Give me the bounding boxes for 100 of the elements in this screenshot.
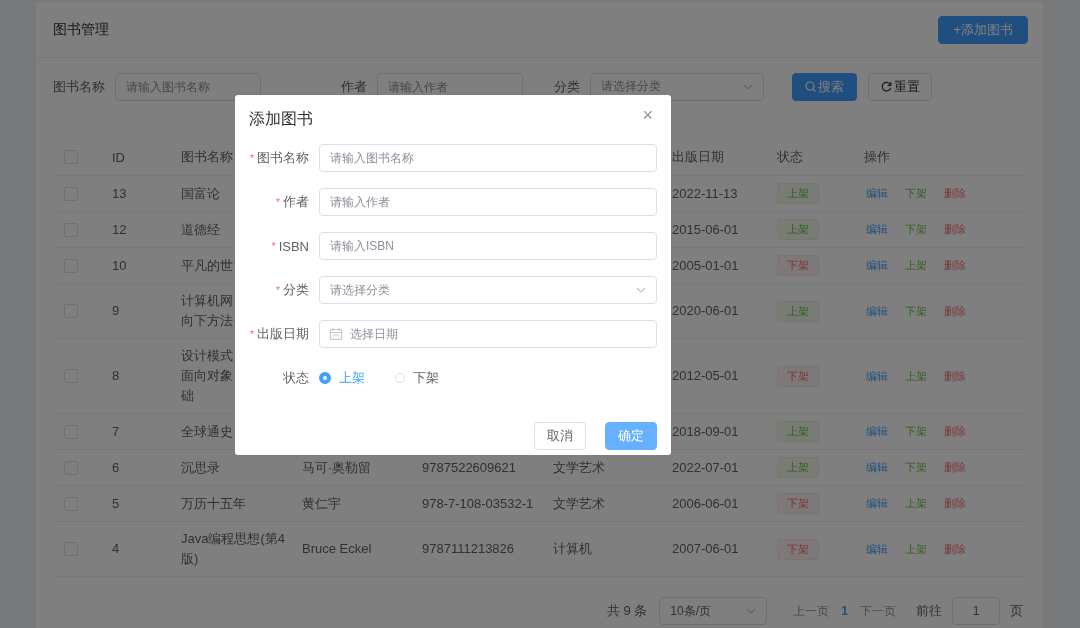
- table-cell-text: 10: [112, 256, 127, 275]
- table-cell-text: 马可·奥勒留: [302, 458, 372, 477]
- toggle-link[interactable]: 下架: [905, 303, 927, 319]
- chevron-down-icon: [636, 287, 646, 293]
- table-cell-text: 7: [112, 422, 120, 441]
- toggle-link[interactable]: 下架: [905, 460, 927, 475]
- delete-link[interactable]: 删除: [944, 303, 966, 319]
- status-tag: 上架: [777, 183, 819, 204]
- radio-option[interactable]: 上架: [319, 369, 365, 387]
- delete-link[interactable]: 删除: [944, 368, 966, 384]
- required-mark: *: [249, 328, 254, 340]
- table-cell-text: 2007-06-01: [672, 540, 739, 558]
- table-cell-text: 5: [112, 494, 120, 513]
- close-button[interactable]: ×: [638, 104, 657, 126]
- edit-link[interactable]: 编辑: [866, 222, 888, 237]
- field-label: 图书名称: [257, 149, 309, 167]
- delete-link[interactable]: 删除: [944, 496, 966, 511]
- edit-link[interactable]: 编辑: [866, 258, 888, 273]
- delete-link[interactable]: 删除: [944, 222, 966, 237]
- column-header: ID: [112, 149, 125, 165]
- column-header: 图书名称: [181, 148, 233, 166]
- text-field[interactable]: 请输入图书名称: [319, 144, 657, 172]
- filter-label: 作者: [341, 77, 367, 96]
- column-header: 操作: [864, 148, 890, 166]
- add-book-button[interactable]: +添加图书: [938, 15, 1028, 44]
- delete-link[interactable]: 删除: [944, 186, 966, 201]
- table-cell-text: 6: [112, 458, 120, 477]
- status-tag: 上架: [777, 421, 819, 442]
- field-label: 出版日期: [257, 325, 309, 343]
- table-cell-text: 平凡的世: [181, 256, 233, 275]
- table-cell-text: 2020-06-01: [672, 302, 739, 320]
- radio-option[interactable]: 下架: [395, 369, 439, 387]
- edit-link[interactable]: 编辑: [866, 186, 888, 201]
- page-size-select[interactable]: 10条/页: [659, 597, 768, 625]
- search-button[interactable]: 搜索: [792, 72, 857, 101]
- page-title: 图书管理: [53, 20, 109, 39]
- delete-link[interactable]: 删除: [944, 541, 966, 557]
- select-field[interactable]: 请选择分类: [319, 276, 657, 304]
- status-tag: 上架: [777, 219, 819, 240]
- toggle-link[interactable]: 上架: [905, 541, 927, 557]
- edit-link[interactable]: 编辑: [866, 424, 888, 439]
- total-count: 共 9 条: [606, 602, 648, 620]
- toggle-link[interactable]: 上架: [905, 496, 927, 511]
- page-number[interactable]: 1: [835, 604, 854, 618]
- text-field[interactable]: 请输入ISBN: [319, 232, 657, 260]
- toggle-link[interactable]: 下架: [905, 222, 927, 237]
- field-label: 作者: [283, 193, 309, 211]
- page-suffix: 页: [1010, 602, 1023, 620]
- status-tag: 下架: [777, 365, 819, 387]
- status-tag: 下架: [777, 493, 819, 514]
- confirm-button[interactable]: 确定: [605, 422, 657, 450]
- field-label: 分类: [283, 281, 309, 299]
- table-cell-text: 2005-01-01: [672, 256, 739, 275]
- goto-label: 前往: [916, 602, 942, 620]
- table-cell-text: 8: [112, 367, 120, 385]
- date-field[interactable]: 选择日期: [319, 320, 657, 348]
- calendar-icon: [330, 328, 342, 340]
- table-cell-text: 文学艺术: [553, 494, 605, 513]
- page-input[interactable]: 1: [952, 597, 1000, 625]
- table-cell-text: 13: [112, 184, 127, 203]
- text-field[interactable]: 请输入作者: [319, 188, 657, 216]
- status-tag: 上架: [777, 457, 819, 478]
- column-header: 状态: [777, 148, 803, 166]
- edit-link[interactable]: 编辑: [866, 496, 888, 511]
- filter-label: 分类: [554, 77, 580, 96]
- table-cell-text: Java编程思想(第4 版): [181, 530, 286, 568]
- field-label: ISBN: [278, 238, 309, 254]
- toggle-link[interactable]: 上架: [905, 258, 927, 273]
- table-cell-text: 2006-06-01: [672, 494, 739, 513]
- toggle-link[interactable]: 下架: [905, 186, 927, 201]
- edit-link[interactable]: 编辑: [866, 303, 888, 319]
- table-cell-text: 文学艺术: [553, 458, 605, 477]
- cancel-button[interactable]: 取消: [534, 422, 586, 450]
- chevron-down-icon: [743, 83, 753, 90]
- table-cell-text: 设计模式 面向对象 础: [181, 347, 233, 405]
- toggle-link[interactable]: 下架: [905, 424, 927, 439]
- table-cell-text: 计算机: [553, 540, 592, 558]
- table-cell-text: 2012-05-01: [672, 367, 739, 385]
- delete-link[interactable]: 删除: [944, 424, 966, 439]
- edit-link[interactable]: 编辑: [866, 541, 888, 557]
- status-tag: 下架: [777, 538, 819, 560]
- table-cell-text: 12: [112, 220, 127, 239]
- delete-link[interactable]: 删除: [944, 460, 966, 475]
- table-cell-text: 道德经: [181, 220, 220, 239]
- table-cell-text: 4: [112, 540, 120, 558]
- table-cell-text: 黄仁宇: [302, 494, 341, 513]
- table-cell-text: 9787522609621: [422, 458, 516, 477]
- refresh-icon: [880, 81, 892, 92]
- reset-button[interactable]: 重置: [868, 72, 932, 101]
- table-cell-text: 978-7-108-03532-1: [422, 494, 534, 513]
- toggle-link[interactable]: 上架: [905, 368, 927, 384]
- required-mark: *: [275, 196, 280, 208]
- edit-link[interactable]: 编辑: [866, 368, 888, 384]
- table-cell-text: 9787111213826: [422, 540, 515, 558]
- edit-link[interactable]: 编辑: [866, 460, 888, 475]
- column-header: 出版日期: [672, 148, 724, 166]
- table-cell-text: 计算机网 向下方法: [181, 292, 233, 330]
- filter-label: 图书名称: [53, 77, 105, 96]
- delete-link[interactable]: 删除: [944, 258, 966, 273]
- search-icon: [805, 81, 816, 92]
